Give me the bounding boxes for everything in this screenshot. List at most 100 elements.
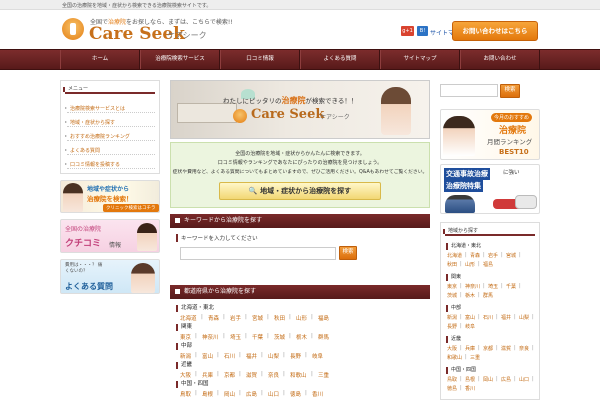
hatena-bookmark-button[interactable]: B!	[417, 26, 428, 36]
prefecture-link[interactable]: 神奈川	[202, 333, 219, 341]
left-menu-item[interactable]: 口コミ情報を投稿する	[65, 161, 155, 169]
sidebar-prefecture-link[interactable]: 山口	[519, 376, 529, 383]
prefecture-link[interactable]: 滋賀	[246, 371, 257, 379]
contact-button[interactable]: お問い合わせはこちら	[452, 21, 538, 41]
prefecture-link[interactable]: 鳥取	[180, 390, 191, 398]
sidebar-prefecture-link[interactable]: 東京	[447, 283, 457, 290]
sidebar-prefecture-link[interactable]: 島根	[465, 376, 475, 383]
prefecture-link[interactable]: 富山	[202, 352, 213, 360]
sidebar-search-input[interactable]	[440, 84, 498, 97]
sidebar-prefecture-link[interactable]: 青森	[470, 252, 480, 259]
keyword-input[interactable]	[180, 247, 336, 260]
sidebar-prefecture-link[interactable]: 富山	[465, 314, 475, 321]
sidebar-prefecture-link[interactable]: 山梨	[519, 314, 529, 321]
separator: |	[478, 314, 480, 320]
area-symptom-search-banner[interactable]: 地域や症状から 治療院を検索！ クリニック検索はコチラ	[60, 180, 160, 213]
left-menu-item[interactable]: おすすめ治療院ランキング	[65, 133, 155, 141]
prefecture-link[interactable]: 広島	[246, 390, 257, 398]
sidebar-prefecture-link[interactable]: 栃木	[465, 292, 475, 299]
separator: |	[289, 314, 291, 320]
sidebar-prefecture-link[interactable]: 岐阜	[465, 323, 475, 330]
sidebar-prefecture-link[interactable]: 北海道	[447, 252, 462, 259]
sidebar-prefecture-link[interactable]: 宮城	[506, 252, 516, 259]
prefecture-link[interactable]: 東京	[180, 333, 191, 341]
prefecture-link[interactable]: 群馬	[318, 333, 329, 341]
left-menu-item[interactable]: よくある質問	[65, 147, 155, 155]
prefecture-link[interactable]: 和歌山	[290, 371, 307, 379]
nav-item-faq[interactable]: よくある質問	[300, 50, 380, 69]
prefecture-link[interactable]: 北海道	[180, 314, 197, 322]
prefecture-link[interactable]: 栃木	[296, 333, 307, 341]
sidebar-prefecture-link[interactable]: 岡山	[483, 376, 493, 383]
sidebar-prefecture-link[interactable]: 香川	[465, 385, 475, 392]
monthly-ranking-banner[interactable]: 今月のおすすめ 治療院 月間ランキング BEST10	[440, 109, 540, 160]
nav-item-contact[interactable]: お問い合わせ	[460, 50, 540, 69]
sidebar-prefecture-link[interactable]: 広島	[501, 376, 511, 383]
google-plus-button[interactable]: g+1	[401, 26, 414, 36]
prefecture-link[interactable]: 奈良	[268, 371, 279, 379]
prefecture-link[interactable]: 新潟	[180, 352, 191, 360]
prefecture-link[interactable]: 茨城	[274, 333, 285, 341]
sidebar-prefecture-link[interactable]: 千葉	[506, 283, 516, 290]
prefecture-link[interactable]: 岡山	[224, 390, 235, 398]
left-menu-item[interactable]: 治療院検索サービスとは	[65, 105, 155, 113]
left-menu-item[interactable]: 地域・症状から探す	[65, 119, 155, 127]
prefecture-link[interactable]: 宮城	[252, 314, 263, 322]
area-symptom-search-button[interactable]: 🔍 地域・症状から治療院を探す	[219, 182, 381, 200]
nav-item-search-service[interactable]: 治療院検索サービス	[140, 50, 220, 69]
prefecture-link[interactable]: 兵庫	[202, 371, 213, 379]
sidebar-prefecture-link[interactable]: 兵庫	[465, 345, 475, 352]
sidebar-prefecture-link[interactable]: 奈良	[519, 345, 529, 352]
logo-mark-icon[interactable]	[62, 18, 84, 40]
prefecture-link[interactable]: 京都	[224, 371, 235, 379]
prefecture-link[interactable]: 岩手	[230, 314, 241, 322]
sidebar-region-group-label: 中部	[446, 305, 461, 312]
nav-item-reviews[interactable]: 口コミ情報	[220, 50, 300, 69]
sidebar-prefecture-link[interactable]: 茨城	[447, 292, 457, 299]
sidebar-prefecture-link[interactable]: 三重	[470, 354, 480, 361]
prefecture-link[interactable]: 長野	[290, 352, 301, 360]
prefecture-link[interactable]: 三重	[318, 371, 329, 379]
prefecture-link[interactable]: 島根	[202, 390, 213, 398]
prefecture-link[interactable]: 香川	[312, 390, 323, 398]
faq-banner[interactable]: 費用は・・・？ 痛くないの？ よくある質問	[60, 259, 160, 294]
sidebar-prefecture-link[interactable]: 京都	[483, 345, 493, 352]
sidebar-prefecture-link[interactable]: 神奈川	[465, 283, 480, 290]
sidebar-prefecture-link[interactable]: 長野	[447, 323, 457, 330]
sidebar-prefecture-link[interactable]: 大阪	[447, 345, 457, 352]
sidebar-prefecture-link[interactable]: 福井	[501, 314, 511, 321]
sidebar-prefecture-link[interactable]: 岩手	[488, 252, 498, 259]
nav-item-home[interactable]: ホーム	[60, 50, 140, 69]
sidebar-prefecture-link[interactable]: 秋田	[447, 261, 457, 268]
prefecture-link[interactable]: 福島	[318, 314, 329, 322]
traffic-accident-banner[interactable]: 交通事故治療 に強い 治療院特集	[440, 164, 540, 214]
nav-item-sitemap[interactable]: サイトマップ	[380, 50, 460, 69]
sidebar-prefecture-link[interactable]: 和歌山	[447, 354, 462, 361]
keyword-search-button[interactable]: 検索	[339, 246, 357, 260]
site-logo-kana[interactable]: ケアシーク	[167, 30, 207, 41]
sidebar-prefecture-link[interactable]: 埼玉	[488, 283, 498, 290]
prefecture-link[interactable]: 埼玉	[230, 333, 241, 341]
clinic-search-button[interactable]: クリニック検索はコチラ	[103, 204, 159, 212]
sidebar-prefecture-link[interactable]: 石川	[483, 314, 493, 321]
prefecture-link[interactable]: 福井	[246, 352, 257, 360]
sidebar-prefecture-link[interactable]: 群馬	[483, 292, 493, 299]
sidebar-prefecture-link[interactable]: 鳥取	[447, 376, 457, 383]
prefecture-link[interactable]: 千葉	[252, 333, 263, 341]
prefecture-link[interactable]: 大阪	[180, 371, 191, 379]
prefecture-link[interactable]: 山形	[296, 314, 307, 322]
prefecture-link[interactable]: 石川	[224, 352, 235, 360]
prefecture-link[interactable]: 青森	[208, 314, 219, 322]
reviews-banner[interactable]: 全国の治療院 クチコミ 情報	[60, 219, 160, 253]
sidebar-prefecture-link[interactable]: 福島	[483, 261, 493, 268]
sidebar-prefecture-link[interactable]: 徳島	[447, 385, 457, 392]
prefecture-link[interactable]: 岐阜	[312, 352, 323, 360]
sidebar-prefecture-link[interactable]: 新潟	[447, 314, 457, 321]
sidebar-prefecture-link[interactable]: 山形	[465, 261, 475, 268]
sidebar-prefecture-link[interactable]: 滋賀	[501, 345, 511, 352]
prefecture-link[interactable]: 山梨	[268, 352, 279, 360]
sidebar-search-button[interactable]: 検索	[500, 84, 520, 98]
prefecture-link[interactable]: 山口	[268, 390, 279, 398]
prefecture-link[interactable]: 徳島	[290, 390, 301, 398]
prefecture-link[interactable]: 秋田	[274, 314, 285, 322]
